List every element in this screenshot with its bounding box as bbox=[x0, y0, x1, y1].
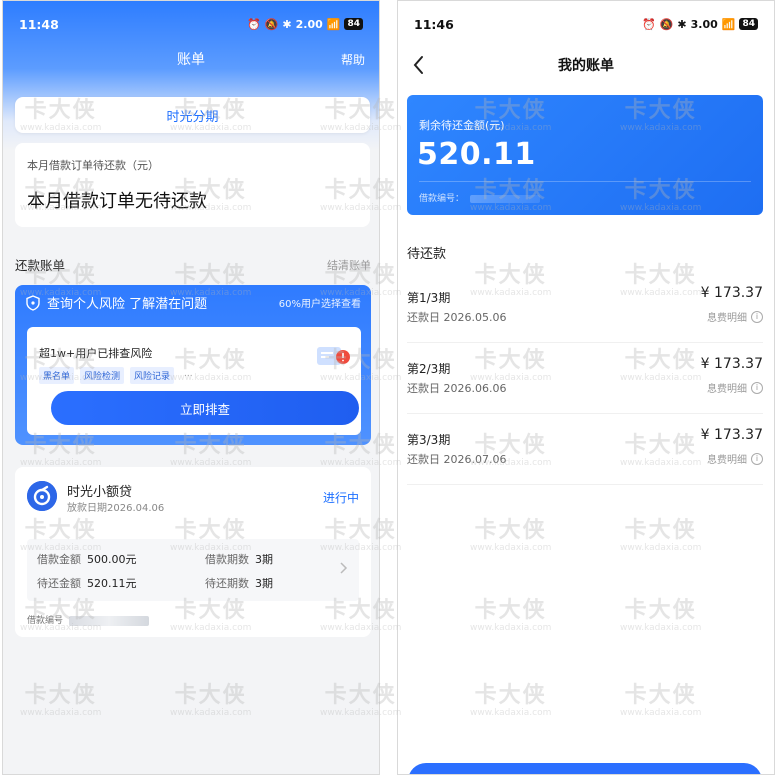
repay-button[interactable] bbox=[408, 763, 762, 774]
installment-period: 第1/3期 bbox=[407, 291, 451, 305]
mute-icon: 🔕 bbox=[264, 17, 279, 31]
month-repay-label: 本月借款订单待还款（元） bbox=[27, 159, 159, 172]
loan-amount-label: 借款金额 bbox=[37, 553, 81, 566]
risk-banner-top: 查询个人风险 了解潜在问题 60%用户选择查看 bbox=[25, 293, 361, 312]
left-screen: 11:48 ⏰ 🔕 ✱ 2.00 📶 84 账单 帮助 时光分期 本月借款订单待… bbox=[2, 0, 380, 775]
tag-blacklist: 黑名单 bbox=[39, 367, 75, 384]
loan-product-name: 时光小额贷 bbox=[67, 485, 133, 500]
network-speed: 3.00 bbox=[690, 17, 718, 31]
bluetooth-icon: ✱ bbox=[677, 17, 687, 31]
info-icon: i bbox=[751, 452, 763, 465]
risk-title: 查询个人风险 了解潜在问题 bbox=[47, 297, 208, 312]
fee-detail-link[interactable]: 息费明细 i bbox=[707, 309, 763, 324]
check-now-button[interactable]: 立即排查 bbox=[51, 391, 359, 425]
section-title: 还款账单 bbox=[15, 258, 66, 273]
loan-term-label: 借款期数 bbox=[205, 553, 249, 566]
fee-detail-label: 息费明细 bbox=[707, 313, 747, 324]
installment-row[interactable]: 第3/3期 还款日 2026.07.06 ¥ 173.37 息费明细 i bbox=[407, 423, 763, 485]
bluetooth-icon: ✱ bbox=[282, 17, 292, 31]
status-icons: ⏰ 🔕 ✱ 2.00 📶 84 bbox=[247, 18, 363, 31]
info-icon: i bbox=[751, 381, 763, 394]
installment-row[interactable]: 第2/3期 还款日 2026.06.06 ¥ 173.37 息费明细 i bbox=[407, 352, 763, 414]
tag-risk-detect: 风险检测 bbox=[80, 367, 125, 384]
chevron-right-icon[interactable] bbox=[339, 561, 349, 575]
loan-term-value: 3期 bbox=[255, 553, 273, 566]
wifi-icon: 📶 bbox=[721, 17, 736, 31]
divider bbox=[419, 181, 751, 182]
installment-amount: ¥ 173.37 bbox=[700, 427, 763, 443]
repay-bill-header: 还款账单 结清账单 bbox=[15, 255, 371, 274]
pending-section-title: 待还款 bbox=[407, 247, 447, 262]
loan-amount: 借款金额 500.00元 bbox=[37, 551, 137, 567]
page-title: 账单 bbox=[177, 52, 205, 68]
report-warning-icon bbox=[317, 347, 350, 365]
mute-icon: 🔕 bbox=[659, 17, 674, 31]
loan-number-label: 借款编号： bbox=[419, 194, 465, 204]
shiguang-logo-icon bbox=[27, 481, 57, 511]
fee-detail-link[interactable]: 息费明细 i bbox=[707, 380, 763, 395]
wifi-icon: 📶 bbox=[326, 17, 341, 31]
settled-bills-link[interactable]: 结清账单 bbox=[327, 257, 371, 273]
status-bar: 11:48 ⏰ 🔕 ✱ 2.00 📶 84 bbox=[3, 1, 379, 47]
risk-tags: 黑名单 风险检测 风险记录 ... bbox=[39, 367, 197, 384]
loan-details: 借款金额 500.00元 借款期数 3期 待还金额 520.11元 待还期数 3期 bbox=[27, 539, 359, 601]
help-link[interactable]: 帮助 bbox=[341, 51, 365, 68]
remaining-term-value: 3期 bbox=[255, 577, 273, 590]
loan-number: 借款编号： bbox=[419, 191, 541, 204]
repay-amount-value: 520.11元 bbox=[87, 577, 137, 590]
installment-date: 还款日 2026.07.06 bbox=[407, 453, 507, 466]
fee-detail-link[interactable]: 息费明细 i bbox=[707, 451, 763, 466]
repay-amount-label: 待还金额 bbox=[37, 577, 81, 590]
tag-more: ... bbox=[184, 369, 193, 379]
loan-number-redacted bbox=[470, 194, 541, 203]
info-icon: i bbox=[751, 310, 763, 323]
risk-subtitle: 60%用户选择查看 bbox=[278, 299, 361, 310]
remaining-term-label: 待还期数 bbox=[205, 577, 249, 590]
shield-icon bbox=[26, 294, 40, 311]
remaining-amount-label: 剩余待还金额(元) bbox=[419, 119, 505, 132]
alarm-icon: ⏰ bbox=[642, 17, 656, 31]
loan-release-date: 放款日期2026.04.06 bbox=[67, 503, 165, 514]
remaining-amount-value: 520.11 bbox=[417, 137, 536, 172]
installment-amount: ¥ 173.37 bbox=[700, 356, 763, 372]
page-title: 我的账单 bbox=[558, 58, 614, 74]
battery-icon: 84 bbox=[739, 18, 758, 30]
risk-title-row: 查询个人风险 了解潜在问题 bbox=[25, 293, 207, 312]
remaining-amount-card: 剩余待还金额(元) 520.11 借款编号： bbox=[407, 95, 763, 215]
right-screen: 11:46 ⏰ 🔕 ✱ 3.00 📶 84 我的账单 剩余待还金额(元) 520… bbox=[397, 0, 775, 775]
nav-bar: 我的账单 bbox=[398, 49, 774, 81]
loan-number-label: 借款编号 bbox=[27, 616, 64, 626]
installment-date: 还款日 2026.06.06 bbox=[407, 382, 507, 395]
month-repay-value: 本月借款订单无待还款 bbox=[27, 191, 207, 212]
battery-icon: 84 bbox=[344, 18, 363, 30]
tab-shiguang-installment[interactable]: 时光分期 bbox=[15, 97, 370, 133]
installment-date: 还款日 2026.05.06 bbox=[407, 311, 507, 324]
risk-headline: 超1w+用户已排查风险 bbox=[39, 347, 153, 360]
repay-amount: 待还金额 520.11元 bbox=[37, 575, 137, 591]
status-time: 11:46 bbox=[414, 16, 454, 32]
loan-card[interactable]: 时光小额贷 放款日期2026.04.06 进行中 借款金额 500.00元 借款期… bbox=[15, 467, 371, 637]
network-speed: 2.00 bbox=[295, 17, 323, 31]
loan-term: 借款期数 3期 bbox=[205, 551, 273, 567]
tag-risk-record: 风险记录 bbox=[130, 367, 175, 384]
installment-row[interactable]: 第1/3期 还款日 2026.05.06 ¥ 173.37 息费明细 i bbox=[407, 281, 763, 343]
remaining-term: 待还期数 3期 bbox=[205, 575, 273, 591]
status-bar: 11:46 ⏰ 🔕 ✱ 3.00 📶 84 bbox=[398, 1, 774, 47]
loan-number-redacted bbox=[69, 615, 150, 626]
risk-inner-card: 超1w+用户已排查风险 黑名单 风险检测 风险记录 ... 立即排查 bbox=[27, 327, 361, 435]
status-time: 11:48 bbox=[19, 16, 59, 32]
installment-period: 第3/3期 bbox=[407, 433, 451, 447]
loan-number: 借款编号 bbox=[27, 613, 150, 626]
installment-period: 第2/3期 bbox=[407, 362, 451, 376]
alarm-icon: ⏰ bbox=[247, 17, 261, 31]
fee-detail-label: 息费明细 bbox=[707, 455, 747, 466]
month-repay-card: 本月借款订单待还款（元） 本月借款订单无待还款 bbox=[15, 143, 370, 227]
installment-amount: ¥ 173.37 bbox=[700, 285, 763, 301]
loan-amount-value: 500.00元 bbox=[87, 553, 137, 566]
status-icons: ⏰ 🔕 ✱ 3.00 📶 84 bbox=[642, 18, 758, 31]
risk-banner: 查询个人风险 了解潜在问题 60%用户选择查看 超1w+用户已排查风险 黑名单 … bbox=[15, 285, 371, 445]
fee-detail-label: 息费明细 bbox=[707, 384, 747, 395]
status-badge: 进行中 bbox=[322, 491, 359, 505]
